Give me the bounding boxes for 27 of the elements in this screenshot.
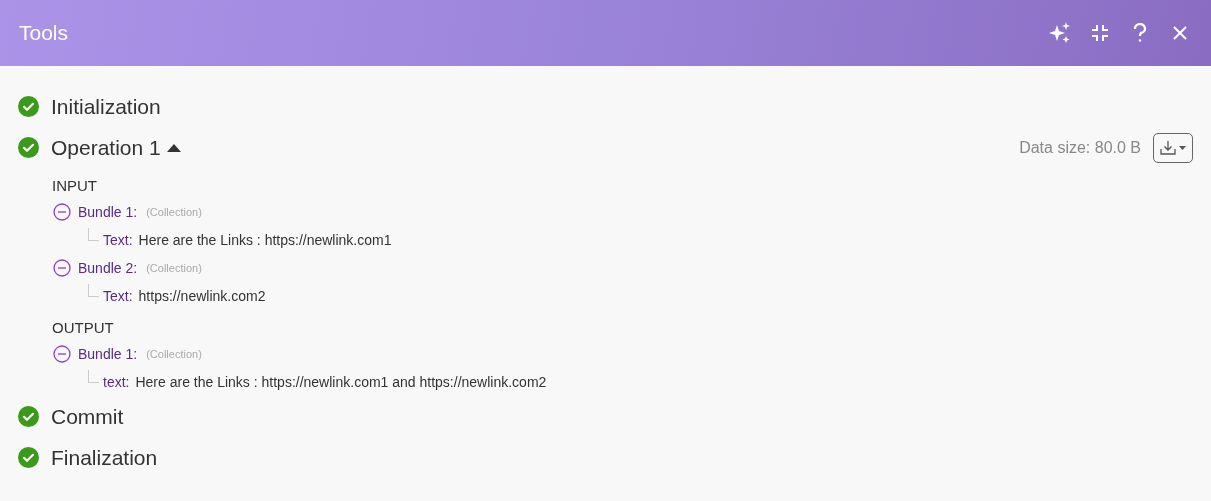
download-button[interactable] [1153,132,1193,163]
bundle-label: Bundle 1: [78,346,138,362]
bundle-label: Bundle 2: [78,260,138,276]
field-key: Text: [103,232,133,248]
minus-circle-icon[interactable] [53,259,71,277]
caret-up-icon[interactable] [166,143,181,152]
field-value: Here are the Links : https://newlink.com1 and https://newlink.com2 [135,374,547,390]
field-key: Text: [103,288,133,304]
minus-circle-icon[interactable] [53,345,71,363]
bundle-label: Bundle 1: [78,204,138,220]
bundle-type: (Collection) [146,262,202,274]
download-icon [1160,139,1176,156]
caret-down-icon [1179,145,1186,150]
step-label: Initialization [51,94,161,119]
window-title: Tools [19,21,69,45]
step-label: Commit [51,404,124,429]
section-title: OUTPUT [52,317,115,338]
minus-circle-icon[interactable] [53,203,71,221]
data-size-text: Data size: 80.0 B [1019,138,1141,157]
section-title: INPUT [52,175,98,196]
bundle-type: (Collection) [146,206,202,218]
step-label: Operation 1 [51,135,161,160]
step-label: Finalization [51,445,158,470]
field-value: https://newlink.com2 [138,288,266,304]
field-value: Here are the Links : https://newlink.com1 [138,232,392,248]
field-key: text: [103,374,130,390]
bundle-type: (Collection) [146,348,202,360]
